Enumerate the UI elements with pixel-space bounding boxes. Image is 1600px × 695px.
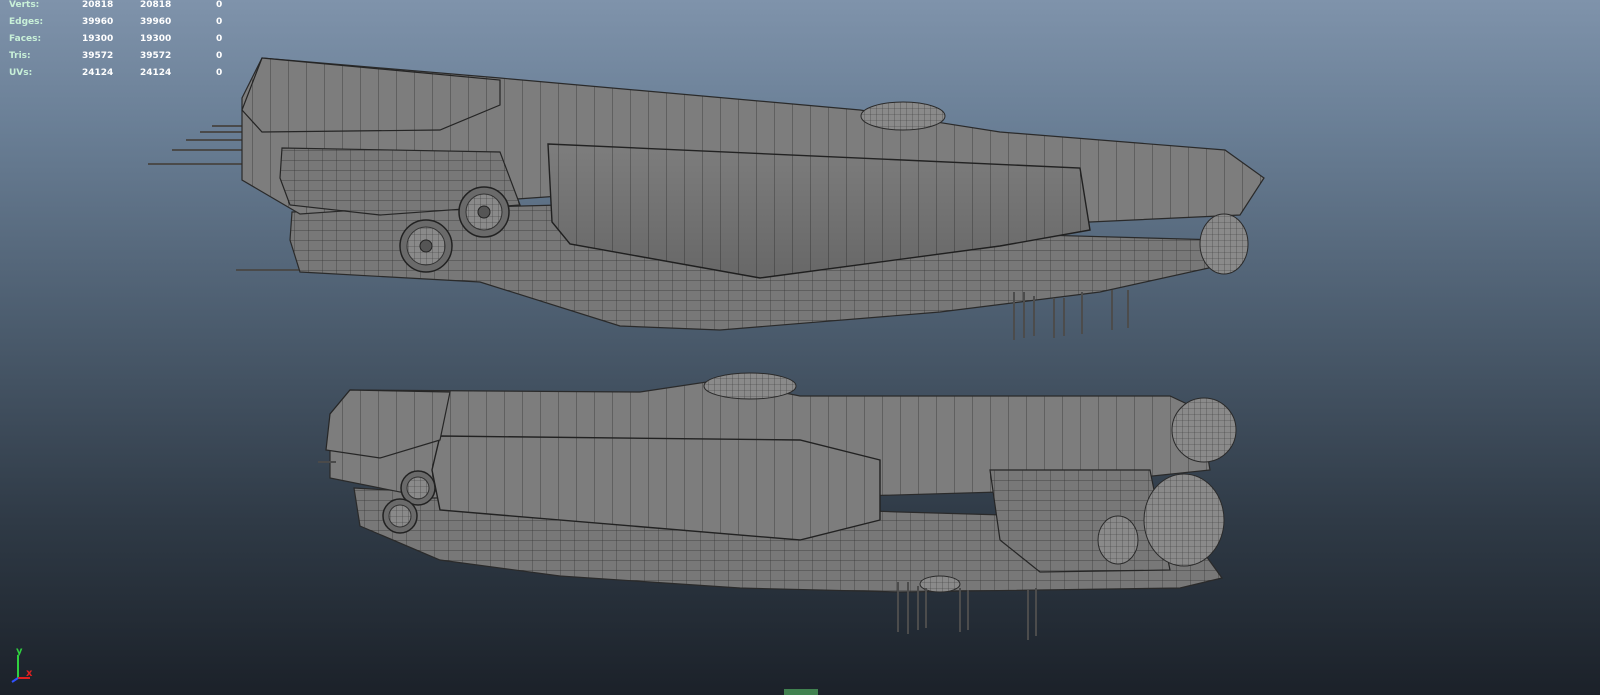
ship-top-engine — [1199, 213, 1249, 275]
ship-bottom-engine-2 — [1143, 473, 1225, 567]
ship-top-dome — [860, 101, 946, 131]
ship-top-turbine-2 — [399, 219, 453, 273]
ship-bottom-engine-3 — [1097, 515, 1139, 565]
axis-lines — [11, 656, 30, 683]
axis-y-label: y — [16, 646, 23, 657]
3d-viewport[interactable] — [0, 0, 1600, 695]
axis-gizmo: y x — [4, 646, 44, 684]
ship-bottom-engine-1 — [1171, 397, 1237, 463]
ship-model-bottom[interactable] — [318, 372, 1237, 640]
ship-top-bow-block — [241, 57, 501, 133]
ship-top-turbine-1 — [458, 186, 510, 238]
status-marker — [784, 689, 818, 695]
ship-bottom-turbine-2 — [382, 498, 418, 534]
axis-x-label: x — [26, 668, 33, 679]
ship-bottom-dome — [703, 372, 797, 400]
ship-model-top[interactable] — [148, 57, 1265, 340]
